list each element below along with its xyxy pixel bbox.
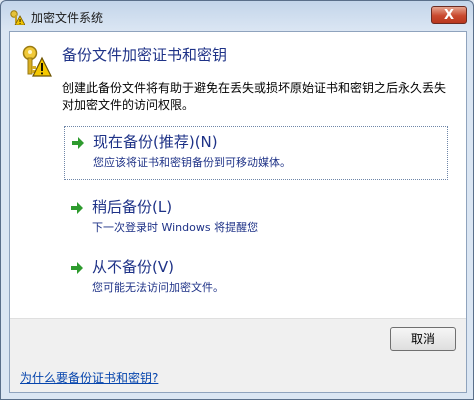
key-warning-icon (10, 10, 25, 25)
command-subtitle: 您应该将证书和密钥备份到可移动媒体。 (93, 156, 291, 169)
green-arrow-icon (72, 137, 84, 149)
dialog-window: 加密文件系统 X 备份文件加密证书和密钥 创建此备份文件将有助于避免在丢失或损坏… (0, 0, 474, 400)
command-subtitle: 下一次登录时 Windows 将提醒您 (92, 221, 259, 234)
command-subtitle: 您可能无法访问加密文件。 (92, 281, 224, 294)
command-title: 稍后备份(L) (92, 198, 173, 216)
green-arrow-icon (71, 202, 83, 214)
backup-later-command[interactable]: 稍后备份(L) 下一次登录时 Windows 将提醒您 (64, 192, 448, 246)
title-bar[interactable]: 加密文件系统 X (1, 1, 473, 31)
command-title: 从不备份(V) (92, 258, 174, 276)
help-link[interactable]: 为什么要备份证书和密钥? (20, 369, 158, 386)
cancel-button[interactable]: 取消 (390, 327, 456, 351)
green-arrow-icon (71, 262, 83, 274)
description-text: 创建此备份文件将有助于避免在丢失或损坏原始证书和密钥之后永久丢失对加密文件的访问… (62, 81, 447, 112)
command-title: 现在备份(推荐)(N) (93, 133, 218, 151)
page-title: 备份文件加密证书和密钥 (62, 46, 228, 64)
backup-now-command[interactable]: 现在备份(推荐)(N) 您应该将证书和密钥备份到可移动媒体。 (64, 126, 448, 180)
never-backup-command[interactable]: 从不备份(V) 您可能无法访问加密文件。 (64, 252, 448, 306)
footer: 为什么要备份证书和密钥? (10, 361, 466, 392)
dialog-content: 备份文件加密证书和密钥 创建此备份文件将有助于避免在丢失或损坏原始证书和密钥之后… (9, 31, 467, 393)
close-button[interactable]: X (431, 6, 467, 24)
key-warning-icon (22, 45, 52, 77)
window-title: 加密文件系统 (31, 11, 104, 25)
button-bar: 取消 (10, 318, 466, 361)
